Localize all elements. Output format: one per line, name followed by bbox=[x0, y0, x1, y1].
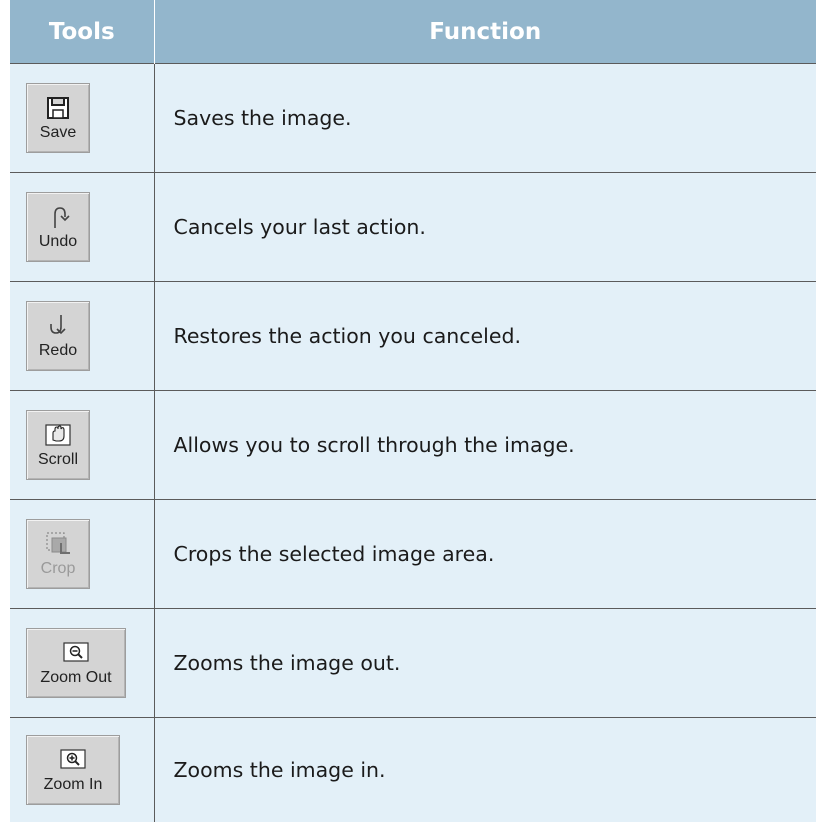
undo-icon bbox=[45, 204, 71, 230]
function-description: Zooms the image in. bbox=[154, 718, 816, 822]
tool-cell: Zoom Out bbox=[10, 609, 154, 718]
save-button-label: Save bbox=[40, 124, 76, 142]
save-icon bbox=[45, 95, 71, 121]
table-row: Scroll Allows you to scroll through the … bbox=[10, 391, 816, 500]
save-button[interactable]: Save bbox=[26, 83, 90, 153]
scroll-hand-icon bbox=[45, 422, 71, 448]
zoom-in-button[interactable]: Zoom In bbox=[26, 735, 120, 805]
tool-cell: Redo bbox=[10, 282, 154, 391]
function-description: Cancels your last action. bbox=[154, 173, 816, 282]
crop-button-label: Crop bbox=[41, 560, 76, 578]
crop-button[interactable]: Crop bbox=[26, 519, 90, 589]
crop-icon bbox=[45, 531, 71, 557]
undo-button-label: Undo bbox=[39, 233, 77, 251]
table-row: Undo Cancels your last action. bbox=[10, 173, 816, 282]
table-row: Crop Crops the selected image area. bbox=[10, 500, 816, 609]
function-description: Restores the action you canceled. bbox=[154, 282, 816, 391]
tool-cell: Undo bbox=[10, 173, 154, 282]
scroll-button-label: Scroll bbox=[38, 451, 78, 469]
undo-button[interactable]: Undo bbox=[26, 192, 90, 262]
zoom-out-button[interactable]: Zoom Out bbox=[26, 628, 126, 698]
tools-column-header: Tools bbox=[10, 0, 154, 64]
function-column-header: Function bbox=[154, 0, 816, 64]
tool-cell: Crop bbox=[10, 500, 154, 609]
redo-button-label: Redo bbox=[39, 342, 77, 360]
function-description: Saves the image. bbox=[154, 64, 816, 173]
scroll-button[interactable]: Scroll bbox=[26, 410, 90, 480]
table-row: Zoom Out Zooms the image out. bbox=[10, 609, 816, 718]
function-description: Allows you to scroll through the image. bbox=[154, 391, 816, 500]
zoom-in-button-label: Zoom In bbox=[44, 776, 103, 794]
tool-cell: Scroll bbox=[10, 391, 154, 500]
tools-table: Tools Function Save Saves the image. bbox=[10, 0, 816, 822]
table-row: Redo Restores the action you canceled. bbox=[10, 282, 816, 391]
redo-icon bbox=[45, 313, 71, 339]
tool-cell: Zoom In bbox=[10, 718, 154, 822]
table-row: Save Saves the image. bbox=[10, 64, 816, 173]
zoom-out-icon bbox=[63, 640, 89, 666]
tool-cell: Save bbox=[10, 64, 154, 173]
function-description: Zooms the image out. bbox=[154, 609, 816, 718]
function-description: Crops the selected image area. bbox=[154, 500, 816, 609]
table-row: Zoom In Zooms the image in. bbox=[10, 718, 816, 822]
header-row: Tools Function bbox=[10, 0, 816, 64]
zoom-in-icon bbox=[60, 747, 86, 773]
redo-button[interactable]: Redo bbox=[26, 301, 90, 371]
zoom-out-button-label: Zoom Out bbox=[40, 669, 111, 687]
